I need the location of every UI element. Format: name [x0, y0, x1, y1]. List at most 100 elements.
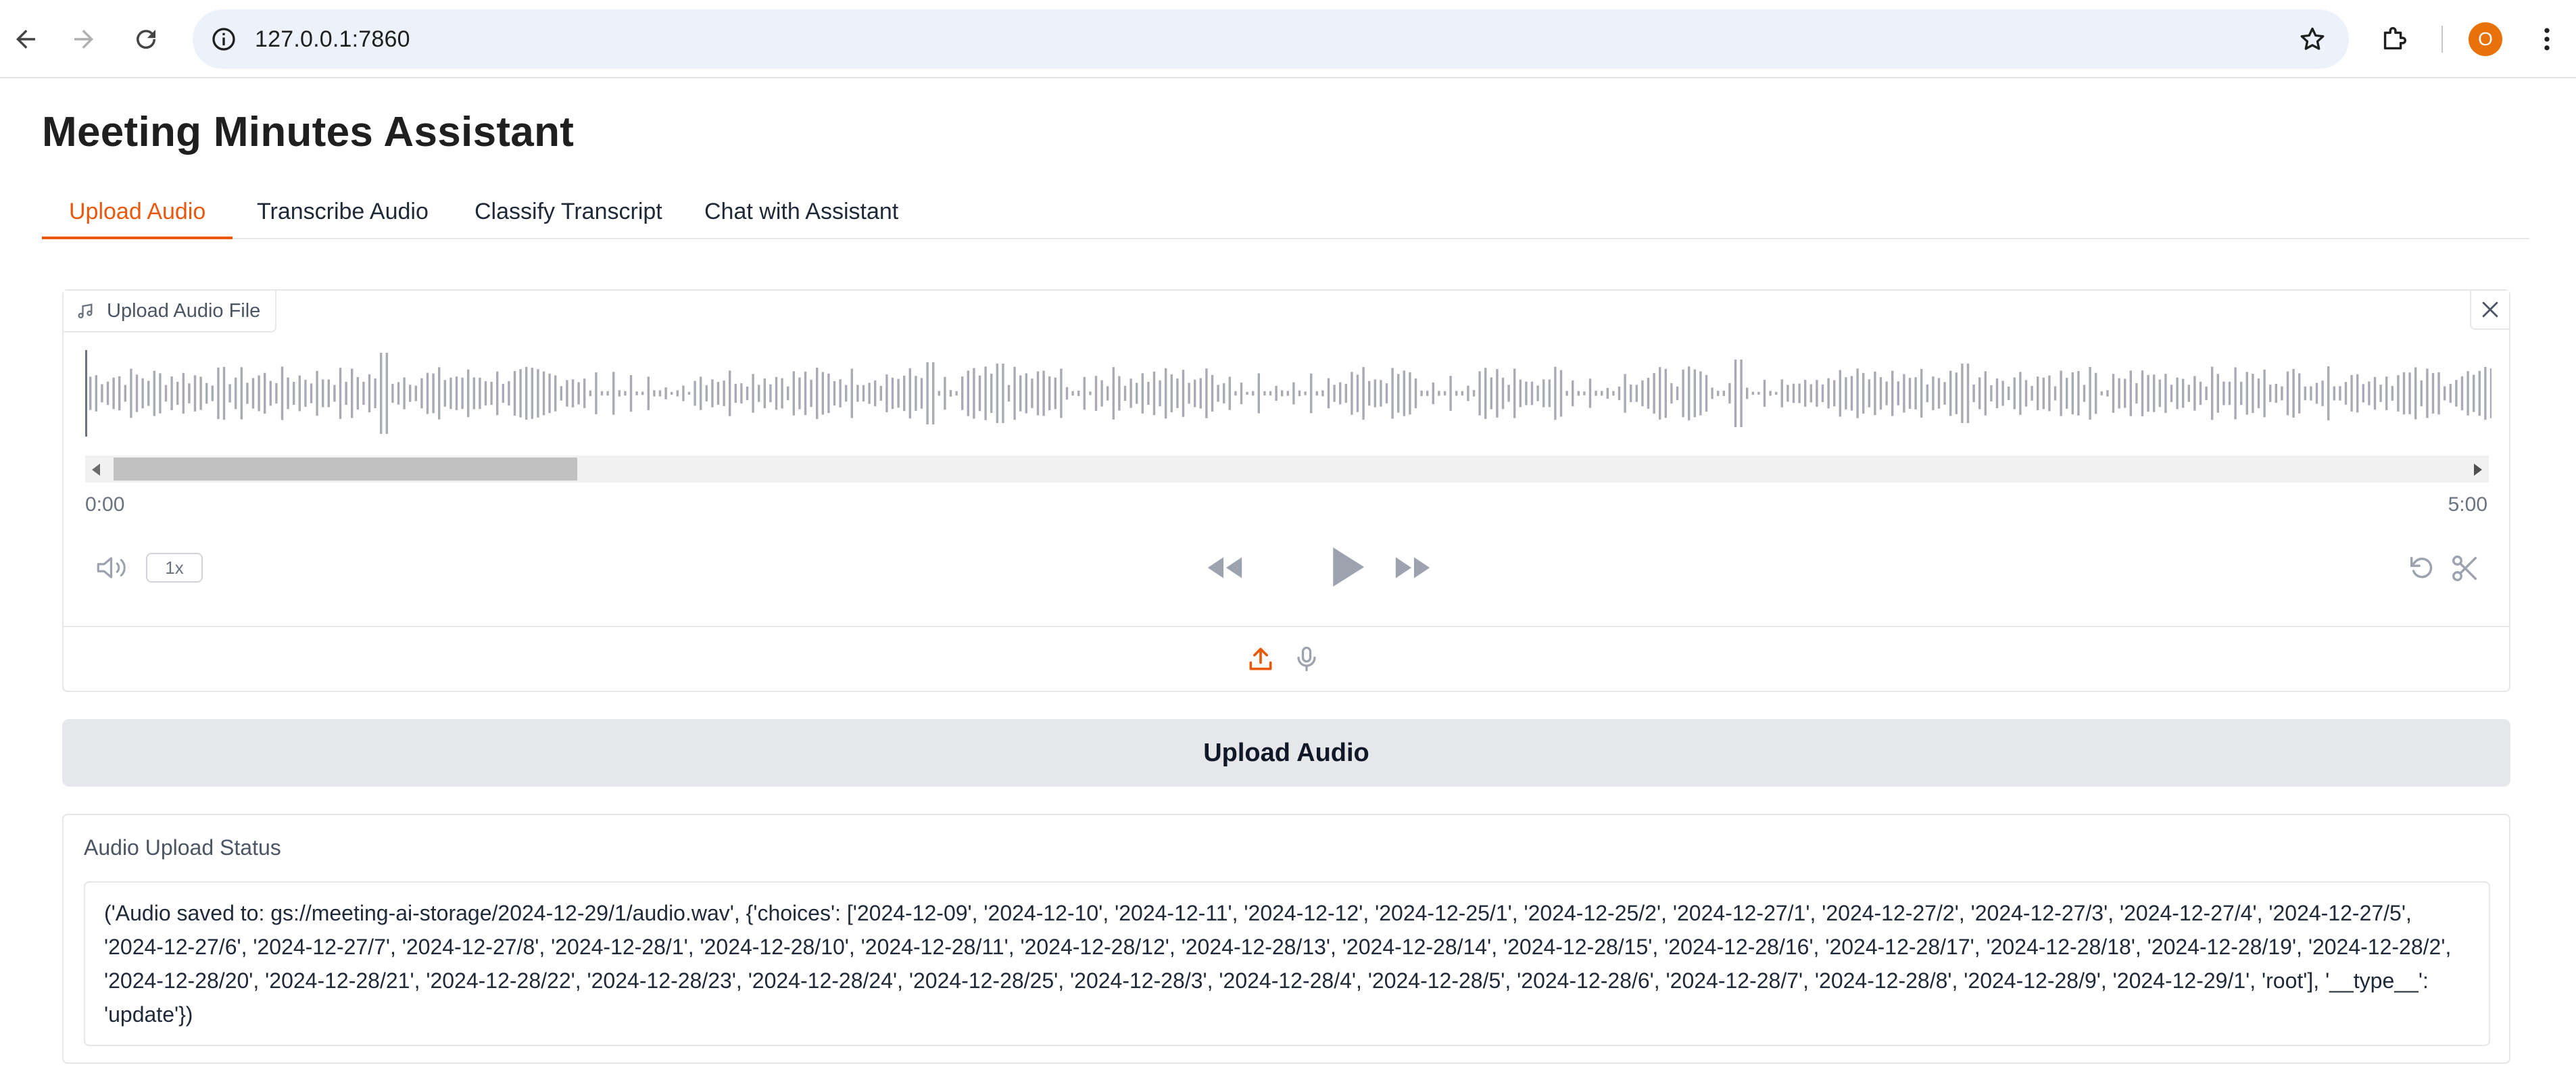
waveform-bar	[2071, 372, 2074, 415]
profile-avatar[interactable]: O	[2469, 22, 2502, 56]
play-button[interactable]	[1322, 538, 1374, 596]
waveform-bar	[211, 385, 214, 401]
waveform-bar	[1159, 380, 1161, 407]
trim-button[interactable]	[2447, 550, 2483, 587]
source-upload-button[interactable]	[1242, 641, 1279, 677]
waveform-bar	[1984, 371, 1987, 416]
waveform-bar	[1583, 391, 1586, 395]
waveform-bar	[1507, 385, 1510, 402]
volume-button[interactable]	[92, 547, 135, 588]
waveform-bar	[1850, 376, 1853, 411]
waveform-bar	[467, 369, 470, 418]
waveform-bar	[1763, 380, 1766, 407]
waveform-bar	[2095, 372, 2097, 414]
waveform-bar	[217, 367, 220, 420]
waveform-bar	[2199, 381, 2202, 405]
waveform-bar	[2211, 366, 2214, 420]
waveform-bar	[1501, 377, 1505, 410]
waveform-bar	[729, 370, 731, 416]
address-bar[interactable]: 127.0.0.1:7860	[193, 9, 2349, 69]
playback-rate-button[interactable]: 1x	[146, 553, 203, 583]
tab-transcribe-audio[interactable]: Transcribe Audio	[230, 189, 456, 239]
waveform-bar	[2286, 371, 2289, 416]
waveform-bar	[1188, 383, 1190, 404]
waveform-bar	[955, 391, 958, 396]
waveform-bar	[1042, 370, 1045, 416]
waveform-bar	[2240, 381, 2243, 405]
scroll-right-arrow-icon[interactable]	[2474, 464, 2482, 476]
waveform-bar	[740, 383, 743, 403]
waveform-bar	[1891, 370, 1894, 416]
waveform-bar	[2053, 386, 2057, 401]
waveform-bar	[1995, 378, 1999, 408]
audio-upload-status-panel: Audio Upload Status ('Audio saved to: gs…	[62, 814, 2510, 1064]
source-microphone-button[interactable]	[1288, 641, 1325, 677]
waveform-bar	[1223, 383, 1225, 403]
waveform-bar	[1670, 383, 1673, 403]
waveform-bar	[333, 385, 336, 402]
waveform-bar	[2310, 386, 2312, 401]
waveform-bar	[2368, 381, 2371, 405]
waveform-scrollbar[interactable]	[85, 456, 2489, 483]
waveform-bar	[816, 368, 819, 419]
scroll-left-arrow-icon[interactable]	[92, 464, 100, 476]
audio-waveform[interactable]	[85, 347, 2492, 439]
status-output-textbox[interactable]: ('Audio saved to: gs://meeting-ai-storag…	[84, 881, 2490, 1046]
tab-classify-transcript[interactable]: Classify Transcript	[447, 189, 689, 239]
waveform-bar	[293, 382, 295, 405]
waveform-bar	[310, 383, 313, 403]
back-button[interactable]	[3, 16, 49, 62]
waveform-bar	[2066, 378, 2068, 409]
bookmark-star-icon[interactable]	[2295, 22, 2330, 57]
waveform-bar	[734, 383, 737, 403]
waveform-bar	[479, 377, 481, 410]
clear-audio-button[interactable]	[2470, 291, 2509, 330]
reset-button[interactable]	[2404, 550, 2440, 587]
tab-upload-audio[interactable]: Upload Audio	[42, 189, 233, 239]
url-text[interactable]: 127.0.0.1:7860	[255, 9, 410, 69]
waveform-bar	[711, 379, 714, 408]
waveform-bar	[251, 378, 255, 409]
waveform-bar	[1449, 376, 1452, 411]
waveform-bar	[1374, 379, 1376, 408]
tab-chat-with-assistant[interactable]: Chat with Assistant	[677, 189, 925, 239]
waveform-bar	[356, 376, 359, 410]
kebab-menu-icon[interactable]	[2528, 18, 2566, 61]
waveform-bar	[1112, 367, 1115, 420]
waveform-bar	[2444, 386, 2446, 401]
upload-audio-button[interactable]: Upload Audio	[62, 719, 2510, 787]
waveform-bar	[548, 373, 551, 414]
waveform-bar	[1129, 378, 1132, 408]
waveform-bar	[1757, 391, 1760, 395]
fast-forward-icon	[1395, 557, 1430, 579]
waveform-bar	[1141, 373, 1144, 414]
reload-button[interactable]	[123, 16, 169, 62]
waveform-bar	[606, 391, 609, 396]
waveform-bar	[1728, 383, 1731, 404]
scissors-icon	[2452, 556, 2477, 581]
rewind-button[interactable]	[1199, 546, 1250, 589]
forward-button[interactable]	[61, 16, 107, 62]
waveform-bar	[1013, 366, 1016, 420]
waveform-bar	[1397, 374, 1400, 413]
waveform-bar	[1565, 391, 1568, 396]
waveform-bar	[1083, 376, 1086, 410]
waveform-bar	[531, 368, 533, 419]
waveform-bar	[322, 379, 324, 408]
playhead-cursor[interactable]	[85, 350, 87, 437]
waveform-bar	[228, 384, 231, 403]
waveform-bar	[362, 381, 365, 405]
scrollbar-thumb[interactable]	[114, 458, 577, 481]
waveform-bar	[1007, 385, 1011, 402]
waveform-bar	[1874, 371, 1876, 416]
waveform-bar	[658, 390, 662, 397]
waveform-bar	[2269, 385, 2272, 402]
info-icon[interactable]	[208, 23, 240, 55]
waveform-bar	[781, 378, 783, 409]
waveform-bar	[1455, 391, 1458, 396]
waveform-bar	[1798, 383, 1801, 403]
waveform-bar	[2245, 372, 2248, 415]
extensions-puzzle-icon[interactable]	[2373, 18, 2416, 61]
fast-forward-button[interactable]	[1387, 546, 1438, 589]
waveform-bar	[2292, 368, 2295, 418]
